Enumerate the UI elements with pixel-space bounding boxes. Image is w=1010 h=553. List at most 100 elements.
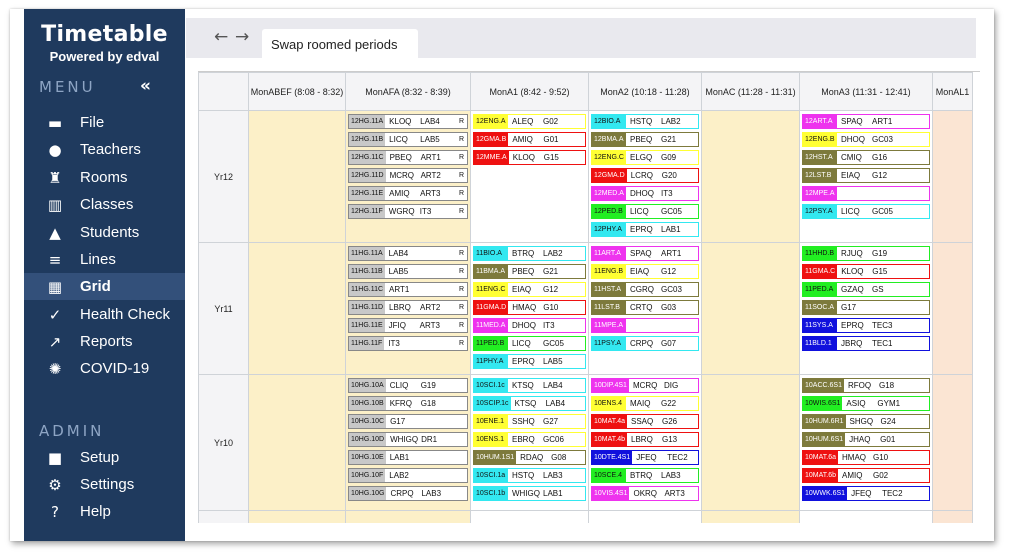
class-card[interactable]: 11PSY.A CRPQ G07 xyxy=(591,336,699,351)
class-card[interactable]: 12ART.A SPAQ ART1 xyxy=(802,114,930,129)
class-card[interactable]: 12GMA.B AMIQ G01 xyxy=(473,132,586,147)
sidebar-item-help[interactable]: ? Help xyxy=(24,498,185,525)
sidebar-item-lines[interactable]: ≡ Lines xyxy=(24,246,185,273)
class-card[interactable]: 12HST.A CMIQ G16 xyxy=(802,150,930,165)
class-card[interactable]: 11BIO.A BTRQ LAB2 xyxy=(473,246,586,261)
collapse-sidebar-button[interactable]: « xyxy=(140,76,151,96)
class-card[interactable]: 10WWK.6S1 JFEQ TEC2 xyxy=(802,486,930,501)
period-cell[interactable] xyxy=(588,510,702,523)
period-cell[interactable]: 12BIO.A HSTQ LAB2 12BMA.A PBEQ G21 12ENG.C ELGQ… xyxy=(588,110,702,243)
class-card[interactable]: 10ACC.6S1 RFOQ G18 xyxy=(802,378,930,393)
period-cell[interactable]: 12HG.11A KLOQ LAB4 R 12HG.11B LICQ LAB5 R 12HG.1… xyxy=(345,110,471,243)
class-card[interactable]: 10SCIP.1c KTSQ LAB4 xyxy=(473,396,586,411)
sidebar-item-students[interactable]: ▲ Students xyxy=(24,219,185,246)
class-card[interactable]: 10WIS.6S1 ASIQ GYM1 xyxy=(802,396,930,411)
class-card[interactable]: 12PHY.A EPRQ LAB1 xyxy=(591,222,699,237)
period-cell[interactable]: 10HG.10A CLIQ G19 10HG.10B KFRQ G18 10HG.10C G1… xyxy=(345,374,471,511)
forward-arrow-icon[interactable]: → xyxy=(235,27,249,47)
class-card[interactable]: 11HST.A CGRQ GC03 xyxy=(591,282,699,297)
period-cell[interactable]: 10ACC.6S1 RFOQ G18 10WIS.6S1 ASIQ GYM1 10HUM.6… xyxy=(799,374,933,511)
class-card[interactable]: 12MME.A KLOQ G15 xyxy=(473,150,586,165)
period-cell[interactable] xyxy=(932,510,973,523)
class-card[interactable]: 10HUM.1S1 RDAQ G08 xyxy=(473,450,586,465)
class-card[interactable]: 12MPE.A xyxy=(802,186,930,201)
column-header[interactable]: MonA2 (10:18 - 11:28) xyxy=(588,72,702,111)
class-card[interactable]: 11HHD.B RJUQ G19 xyxy=(802,246,930,261)
period-cell[interactable] xyxy=(248,242,346,375)
class-card[interactable]: 10HG.10D WHIGQ DR1 xyxy=(348,432,468,447)
period-cell[interactable] xyxy=(701,242,800,375)
period-cell[interactable] xyxy=(248,510,346,523)
period-cell[interactable] xyxy=(248,374,346,511)
class-card[interactable]: 10MAT.4a SSAQ G26 xyxy=(591,414,699,429)
class-card[interactable]: 11ENG.C EIAQ G12 xyxy=(473,282,586,297)
column-header[interactable]: MonABEF (8:08 - 8:32) xyxy=(248,72,346,111)
class-card[interactable]: 10DIP.4S1 MCRQ DIG xyxy=(591,378,699,393)
sidebar-item-covid-19[interactable]: ✺ COVID-19 xyxy=(24,355,185,382)
class-card[interactable]: 11ART.A SPAQ ART1 xyxy=(591,246,699,261)
sidebar-item-health-check[interactable]: ✓ Health Check xyxy=(24,301,185,328)
class-card[interactable]: 10DTE.4S1 JFEQ TEC2 xyxy=(591,450,699,465)
class-card[interactable]: 11BLD.1 JBRQ TEC1 xyxy=(802,336,930,351)
period-cell[interactable]: 10DIP.4S1 MCRQ DIG 10ENS.4 MAIQ G22 10MAT.4a SS… xyxy=(588,374,702,511)
sidebar-item-settings[interactable]: ⚙ Settings xyxy=(24,471,185,498)
class-card[interactable]: 10SCI.1c KTSQ LAB4 xyxy=(473,378,586,393)
class-card[interactable]: 11HG.11E JFIQ ART3 R xyxy=(348,318,468,333)
class-card[interactable]: 11MPE.A xyxy=(591,318,699,333)
class-card[interactable]: 12PED.B LICQ GC05 xyxy=(591,204,699,219)
class-card[interactable]: 10MAT.6b AMIQ G02 xyxy=(802,468,930,483)
period-cell[interactable]: 11HHD.B RJUQ G19 11GMA.C KLOQ G15 11PED.A GZAQ G… xyxy=(799,242,933,375)
class-card[interactable]: 11PHY.A EPRQ LAB5 xyxy=(473,354,586,369)
period-cell[interactable] xyxy=(470,510,589,523)
period-cell[interactable]: 12ART.A SPAQ ART1 12ENG.B DHOQ GC03 12HST.A CMI… xyxy=(799,110,933,243)
class-card[interactable]: 10HUM.6R1 SHGQ G24 xyxy=(802,414,930,429)
class-card[interactable]: 10HG.10G CRPQ LAB3 xyxy=(348,486,468,501)
sidebar-item-reports[interactable]: ↗ Reports xyxy=(24,328,185,355)
class-card[interactable]: 11HG.11C ART1 R xyxy=(348,282,468,297)
class-card[interactable]: 11PED.B LICQ GC05 xyxy=(473,336,586,351)
class-card[interactable]: 10ENE.1 SSHQ G27 xyxy=(473,414,586,429)
class-card[interactable]: 12HG.11F WGRQ IT3 R xyxy=(348,204,468,219)
class-card[interactable]: 11HG.11B LAB5 R xyxy=(348,264,468,279)
class-card[interactable]: 11HG.11D LBRQ ART2 R xyxy=(348,300,468,315)
class-card[interactable]: 12ENG.C ELGQ G09 xyxy=(591,150,699,165)
class-card[interactable]: 10MAT.4b LBRQ G13 xyxy=(591,432,699,447)
period-cell[interactable] xyxy=(701,110,800,243)
class-card[interactable]: 10VIS.4S1 OKRQ ART3 xyxy=(591,486,699,501)
column-header[interactable]: MonA1 (8:42 - 9:52) xyxy=(470,72,589,111)
class-card[interactable]: 12PSY.A LICQ GC05 xyxy=(802,204,930,219)
class-card[interactable]: 10ENS.1 EBRQ GC06 xyxy=(473,432,586,447)
period-cell[interactable] xyxy=(701,374,800,511)
period-cell[interactable] xyxy=(345,510,471,523)
class-card[interactable]: 12GMA.D LCRQ G20 xyxy=(591,168,699,183)
class-card[interactable]: 11BMA.A PBEQ G21 xyxy=(473,264,586,279)
class-card[interactable]: 11PED.A GZAQ GS xyxy=(802,282,930,297)
class-card[interactable]: 12BIO.A HSTQ LAB2 xyxy=(591,114,699,129)
class-card[interactable]: 12ENG.B DHOQ GC03 xyxy=(802,132,930,147)
period-cell[interactable]: 11HG.11A LAB4 R 11HG.11B LAB5 R 11HG.11C ART1 R 1… xyxy=(345,242,471,375)
period-cell[interactable] xyxy=(932,374,973,511)
sidebar-item-classes[interactable]: ▥ Classes xyxy=(24,191,185,218)
class-card[interactable]: 10HG.10E LAB1 xyxy=(348,450,468,465)
sidebar-item-grid[interactable]: ▦ Grid xyxy=(24,273,185,300)
period-cell[interactable]: 11BIO.A BTRQ LAB2 11BMA.A PBEQ G21 11ENG.C EIAQ… xyxy=(470,242,589,375)
class-card[interactable]: 12LST.B EIAQ G12 xyxy=(802,168,930,183)
class-card[interactable]: 11SOC.A G17 xyxy=(802,300,930,315)
back-arrow-icon[interactable]: ← xyxy=(214,27,228,47)
sidebar-item-teachers[interactable]: ● Teachers xyxy=(24,136,185,163)
class-card[interactable]: 11SYS.A EPRQ TEC3 xyxy=(802,318,930,333)
class-card[interactable]: 10SCI.1a HSTQ LAB3 xyxy=(473,468,586,483)
class-card[interactable]: 10HG.10B KFRQ G18 xyxy=(348,396,468,411)
class-card[interactable]: 11LST.B CRTQ G03 xyxy=(591,300,699,315)
period-cell[interactable] xyxy=(932,110,973,243)
period-cell[interactable] xyxy=(248,110,346,243)
class-card[interactable]: 10HG.10A CLIQ G19 xyxy=(348,378,468,393)
class-card[interactable]: 12BMA.A PBEQ G21 xyxy=(591,132,699,147)
period-cell[interactable]: 10SCI.1c KTSQ LAB4 10SCIP.1c KTSQ LAB4 10ENE.1… xyxy=(470,374,589,511)
column-header[interactable]: MonAC (11:28 - 11:31) xyxy=(701,72,800,111)
class-card[interactable]: 11GMA.D HMAQ G10 xyxy=(473,300,586,315)
period-cell[interactable] xyxy=(701,510,800,523)
class-card[interactable]: 12HG.11B LICQ LAB5 R xyxy=(348,132,468,147)
class-card[interactable]: 10SCI.1b WHIGQ LAB1 xyxy=(473,486,586,501)
class-card[interactable]: 10HG.10C G17 xyxy=(348,414,468,429)
